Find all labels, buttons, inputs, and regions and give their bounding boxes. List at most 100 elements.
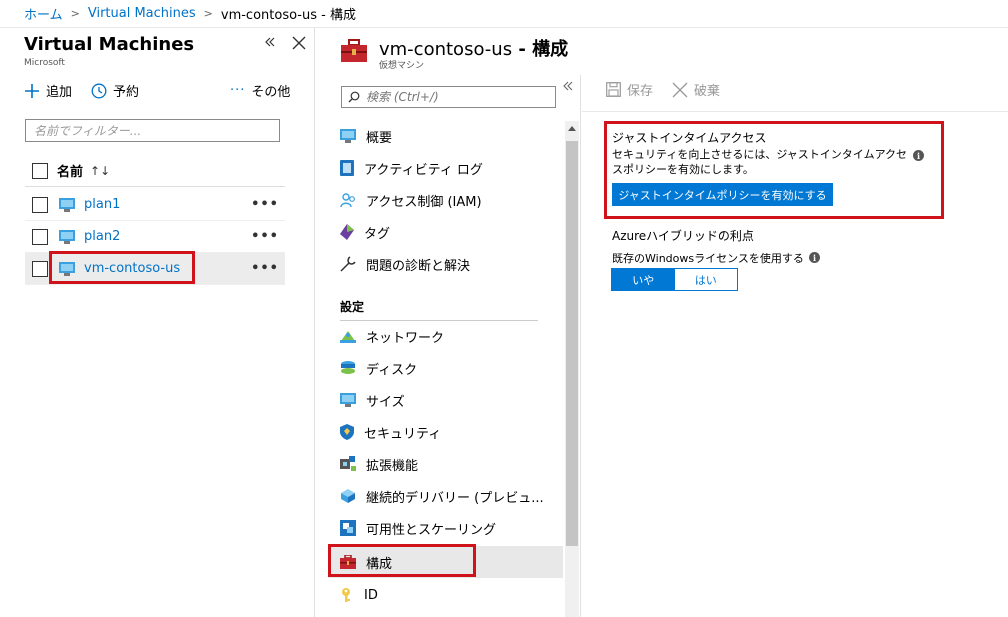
nav-item-availability-scaling[interactable]: 可用性とスケーリング xyxy=(328,512,563,544)
toggle-no-option[interactable]: いや xyxy=(612,269,675,290)
nav-label: 概要 xyxy=(366,130,393,146)
save-label: 保存 xyxy=(627,84,654,99)
vm-icon xyxy=(59,229,75,244)
collapse-icon[interactable] xyxy=(262,34,278,50)
wrench-icon xyxy=(340,256,356,272)
add-label: 追加 xyxy=(46,85,73,100)
add-button[interactable]: 追加 xyxy=(24,81,72,100)
breadcrumb-current: vm-contoso-us - 構成 xyxy=(220,8,356,23)
reserve-label: 予約 xyxy=(113,85,140,100)
chevron-right-icon: > xyxy=(70,7,80,20)
breadcrumb-vms-link[interactable]: Virtual Machines xyxy=(88,6,196,21)
monitor-icon xyxy=(340,128,356,143)
reserve-button[interactable]: 予約 xyxy=(91,81,139,100)
shield-icon xyxy=(340,424,354,440)
license-label: 既存のWindowsライセンスを使用する xyxy=(612,252,804,265)
nav-item-configuration[interactable]: 構成 xyxy=(328,546,563,578)
nav-label: タグ xyxy=(364,226,391,242)
blade-title: Virtual Machines xyxy=(24,34,195,55)
nav-label: ネットワーク xyxy=(366,330,445,346)
nav-item-overview[interactable]: 概要 xyxy=(328,120,563,152)
breadcrumb-home-link[interactable]: ホーム xyxy=(24,4,63,23)
clock-icon xyxy=(91,83,107,98)
section-header-settings: 設定 xyxy=(340,300,365,314)
discard-label: 破棄 xyxy=(694,84,721,99)
breadcrumb: ホーム > Virtual Machines > vm-contoso-us -… xyxy=(0,0,1008,28)
vm-list-blade: Virtual Machines Microsoft 追加 予約 ··· その他… xyxy=(0,28,315,617)
nav-label: アクセス制御 (IAM) xyxy=(366,194,482,210)
nav-label: 問題の診断と解決 xyxy=(366,258,471,274)
discard-button[interactable]: 破棄 xyxy=(672,80,720,99)
more-button[interactable]: ··· その他 xyxy=(230,81,290,100)
nav-item-size[interactable]: サイズ xyxy=(328,384,563,416)
vm-name-link[interactable]: vm-contoso-us xyxy=(84,261,180,276)
nav-item-security[interactable]: セキュリティ xyxy=(328,416,563,448)
tag-icon xyxy=(340,224,354,240)
info-icon[interactable]: i xyxy=(809,252,820,263)
sort-icon[interactable]: ↑↓ xyxy=(90,164,110,178)
menu-scrollbar[interactable] xyxy=(565,121,579,617)
chevron-right-icon: > xyxy=(203,7,213,20)
close-icon xyxy=(672,82,688,97)
nav-item-tags[interactable]: タグ xyxy=(328,216,563,248)
scroll-up-icon[interactable] xyxy=(568,126,576,131)
filter-input[interactable] xyxy=(25,119,280,142)
table-row-selected[interactable]: vm-contoso-us ••• xyxy=(25,253,285,285)
jit-section-title: ジャストインタイムアクセス xyxy=(612,131,767,145)
vm-name-link[interactable]: plan1 xyxy=(84,197,120,212)
nav-item-network[interactable]: ネットワーク xyxy=(328,320,563,352)
row-more-icon[interactable]: ••• xyxy=(251,229,279,244)
monitor-icon xyxy=(340,392,356,407)
page-name: - 構成 xyxy=(512,39,569,60)
row-more-icon[interactable]: ••• xyxy=(251,197,279,212)
blade-subtitle: Microsoft xyxy=(24,58,65,68)
vm-name-link[interactable]: plan2 xyxy=(84,229,120,244)
nav-item-identity[interactable]: ID xyxy=(328,579,563,611)
nav-label: ディスク xyxy=(366,362,418,378)
toggle-yes-option[interactable]: はい xyxy=(674,269,737,290)
nav-item-extensions[interactable]: 拡張機能 xyxy=(328,448,563,480)
column-header-name[interactable]: 名前 xyxy=(57,161,83,180)
row-checkbox[interactable] xyxy=(32,228,48,245)
ellipsis-icon: ··· xyxy=(230,83,246,98)
resource-menu: 概要 アクティビティ ログ アクセス制御 (IAM) タグ 問題の診断と解決 設… xyxy=(316,75,581,617)
nav-item-diagnose[interactable]: 問題の診断と解決 xyxy=(328,248,563,280)
collapse-menu-icon[interactable] xyxy=(561,79,575,93)
nav-item-continuous-delivery[interactable]: 継続的デリバリー (プレビュ... xyxy=(328,480,563,512)
nav-item-iam[interactable]: アクセス制御 (IAM) xyxy=(328,184,563,216)
nav-label: 可用性とスケーリング xyxy=(366,522,497,538)
people-icon xyxy=(340,193,355,208)
close-icon[interactable] xyxy=(290,34,308,52)
delivery-icon xyxy=(341,489,355,503)
resource-type: 仮想マシン xyxy=(379,61,425,71)
nav-item-activity-log[interactable]: アクティビティ ログ xyxy=(328,152,563,184)
log-icon xyxy=(340,160,354,176)
hybrid-benefit-title: Azureハイブリッドの利点 xyxy=(612,229,754,243)
nav-label: 構成 xyxy=(366,556,393,572)
nav-label: セキュリティ xyxy=(364,426,442,442)
select-all-checkbox[interactable] xyxy=(32,162,48,179)
info-icon[interactable]: i xyxy=(913,150,924,161)
row-more-icon[interactable]: ••• xyxy=(251,261,279,276)
table-row[interactable]: plan1 ••• xyxy=(25,189,285,221)
scrollbar-thumb[interactable] xyxy=(566,141,578,546)
plus-icon xyxy=(25,83,39,98)
save-icon xyxy=(606,82,621,97)
scale-icon xyxy=(340,520,356,536)
nav-item-disks[interactable]: ディスク xyxy=(328,352,563,384)
row-checkbox[interactable] xyxy=(32,260,48,277)
extension-icon xyxy=(340,456,356,471)
vm-icon xyxy=(59,261,75,276)
nav-label: 継続的デリバリー (プレビュ... xyxy=(366,490,544,506)
table-row[interactable]: plan2 ••• xyxy=(25,221,285,253)
nav-label: アクティビティ ログ xyxy=(364,162,483,178)
save-button[interactable]: 保存 xyxy=(606,80,653,99)
row-checkbox[interactable] xyxy=(32,196,48,213)
divider xyxy=(582,111,1008,112)
search-icon xyxy=(348,91,360,103)
menu-search-input[interactable] xyxy=(366,90,546,104)
disk-icon xyxy=(341,361,355,374)
menu-search[interactable] xyxy=(341,86,556,108)
license-toggle[interactable]: いや はい xyxy=(611,268,738,291)
enable-jit-button[interactable]: ジャストインタイムポリシーを有効にする xyxy=(612,183,833,206)
